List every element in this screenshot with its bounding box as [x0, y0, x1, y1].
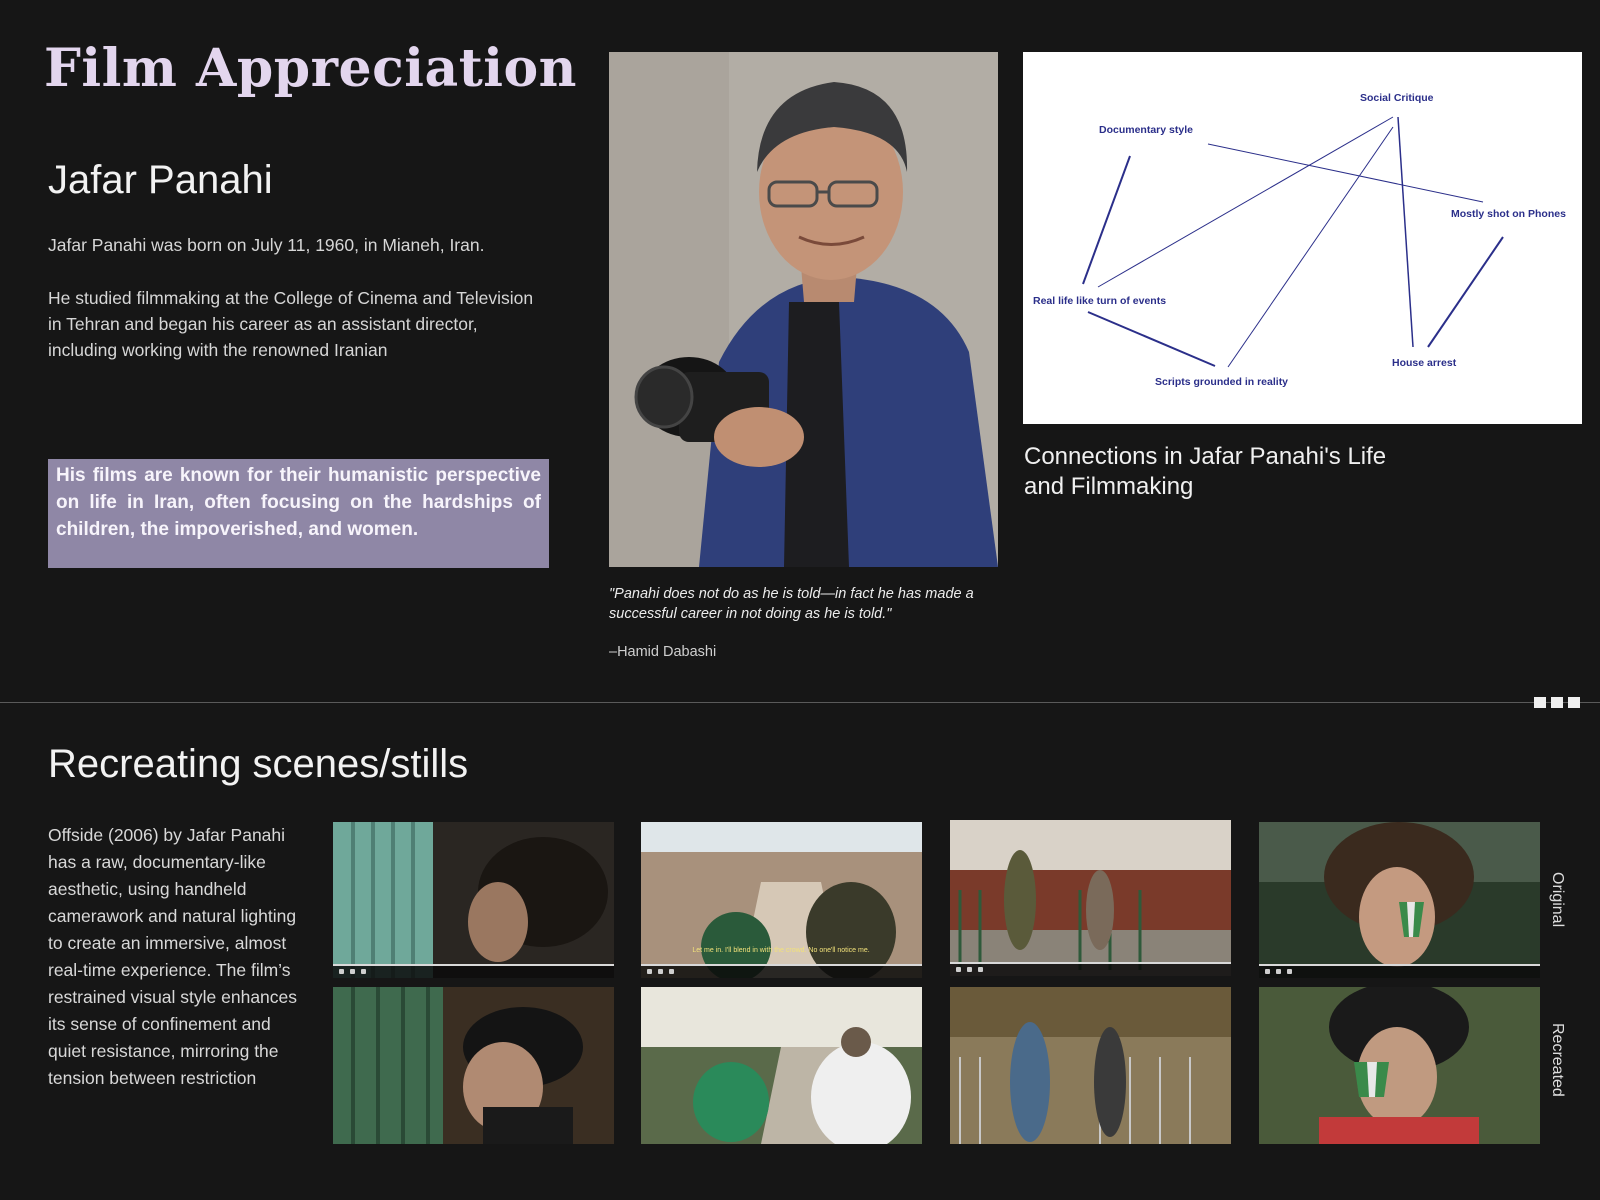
still-original-2: Let me in. I'll blend in with the crowd.… [641, 822, 922, 978]
node-social-critique: Social Critique [1360, 92, 1434, 104]
highlight-box: His films are known for their humanistic… [48, 459, 549, 568]
section-body: Offside (2006) by Jafar Panahi has a raw… [48, 825, 298, 1088]
diagram-edge [1097, 116, 1394, 288]
dot [1568, 697, 1580, 708]
node-house-arrest: House arrest [1392, 357, 1457, 369]
bio-text: Jafar Panahi was born on July 11, 1960, … [48, 232, 548, 363]
still-original-4 [1259, 822, 1540, 978]
node-real-life: Real life like turn of events [1033, 295, 1166, 307]
diagram-edge [1427, 236, 1504, 348]
section-title: Recreating scenes/stills [48, 742, 469, 786]
video-player-bar[interactable] [333, 964, 614, 978]
still-recreated-4 [1259, 987, 1540, 1144]
page-title: Film Appreciation [44, 38, 577, 99]
connections-diagram: Social Critique Documentary style Mostly… [1023, 52, 1582, 424]
still-subtitle: Let me in. I'll blend in with the crowd.… [692, 947, 869, 954]
diagram-edge [1397, 116, 1414, 348]
still-recreated-3 [950, 987, 1231, 1144]
dot [1551, 697, 1563, 708]
bio-birth: Jafar Panahi was born on July 11, 1960, … [48, 235, 485, 255]
diagram-edge [1082, 155, 1131, 285]
node-scripts-grounded: Scripts grounded in reality [1155, 376, 1288, 388]
bio-study: He studied filmmaking at the College of … [48, 288, 534, 308]
node-mostly-shot-on-phones: Mostly shot on Phones [1451, 208, 1566, 220]
still-original-1 [333, 822, 614, 978]
diagram-edge [1227, 126, 1394, 368]
diagram-edge [1087, 311, 1216, 367]
still-recreated-2 [641, 987, 922, 1144]
label-recreated: Recreated [1549, 1023, 1566, 1097]
node-documentary-style: Documentary style [1099, 124, 1193, 136]
portrait-illustration [609, 52, 998, 567]
video-player-bar[interactable] [1259, 964, 1540, 978]
diagram-svg: Social Critique Documentary style Mostly… [1033, 92, 1566, 388]
video-player-bar[interactable] [950, 962, 1231, 976]
still-original-3 [950, 820, 1231, 976]
quote-text: "Panahi does not do as he is told—in fac… [609, 586, 974, 622]
bio-career: in Tehran and began his career as an ass… [48, 314, 478, 360]
diagram-caption: Connections in Jafar Panahi's Life and F… [1024, 443, 1387, 500]
diagram-edge [1207, 143, 1484, 203]
video-player-bar[interactable] [641, 964, 922, 978]
section-divider [0, 702, 1600, 703]
dot [1534, 697, 1546, 708]
still-recreated-1 [333, 987, 614, 1144]
portrait-photo [609, 52, 998, 567]
subject-name: Jafar Panahi [48, 158, 273, 202]
label-original: Original [1549, 872, 1566, 928]
more-icon[interactable] [1534, 697, 1580, 708]
quote-author: –Hamid Dabashi [609, 644, 717, 660]
